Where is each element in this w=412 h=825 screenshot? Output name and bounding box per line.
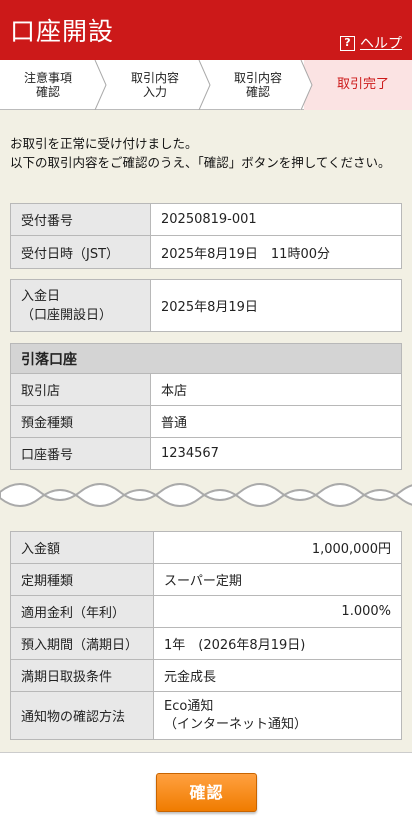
deposit-period-label: 預入期間（満期日） <box>10 627 154 660</box>
debit-account-section-title: 引落口座 <box>10 343 402 374</box>
table-row: 通知物の確認方法 Eco通知 （インターネット通知） <box>10 691 402 740</box>
table-row: 入金日 （口座開設日） 2025年8月19日 <box>10 279 402 332</box>
table-row: 入金額 1,000,000円 <box>10 531 402 564</box>
step-complete: 取引完了 <box>304 60 412 110</box>
footer-bar: 確認 <box>0 752 412 825</box>
help-link[interactable]: ? ヘルプ <box>340 33 402 53</box>
step-label-line1: 注意事項 <box>23 71 72 85</box>
chevron-right-icon <box>94 60 107 110</box>
step-label-line2: 確認 <box>35 85 60 99</box>
deposit-date-label-line1: 入金日 <box>21 288 61 304</box>
deposit-type-label: 預金種類 <box>10 405 151 438</box>
completion-notice: お取引を正常に受け付けました。 以下の取引内容をご確認のうえ、「確認」ボタンを押… <box>10 134 405 172</box>
reception-number-label: 受付番号 <box>10 203 151 236</box>
table-row: 預金種類 普通 <box>10 405 402 438</box>
page-break-wave <box>0 483 412 507</box>
chevron-right-icon <box>300 60 313 110</box>
step-notice-confirm: 注意事項 確認 <box>0 60 96 110</box>
maturity-condition-value: 元金成長 <box>153 659 402 692</box>
question-icon: ? <box>340 35 355 51</box>
table-row: 取引店 本店 <box>10 373 402 406</box>
step-label-line1: 取引内容 <box>233 71 282 85</box>
step-review: 取引内容 確認 <box>212 60 304 110</box>
step-label-line2: 確認 <box>245 85 270 99</box>
transaction-detail-table: 入金額 1,000,000円 定期種類 スーパー定期 適用金利（年利） 1.00… <box>10 531 402 740</box>
interest-rate-label: 適用金利（年利） <box>10 595 154 628</box>
table-row: 定期種類 スーパー定期 <box>10 563 402 596</box>
reception-datetime-label: 受付日時（JST） <box>10 235 151 269</box>
deposit-kind-label: 定期種類 <box>10 563 154 596</box>
account-number-value: 1234567 <box>150 437 402 470</box>
deposit-date-label: 入金日 （口座開設日） <box>10 279 151 332</box>
page-title: 口座開設 <box>10 17 115 46</box>
reception-number-value: 20250819-001 <box>150 203 402 236</box>
table-row: 引落口座 <box>10 343 402 374</box>
table-row: 適用金利（年利） 1.000% <box>10 595 402 628</box>
account-number-label: 口座番号 <box>10 437 151 470</box>
notification-method-label: 通知物の確認方法 <box>10 691 154 740</box>
help-label: ヘルプ <box>360 36 402 52</box>
table-row: 受付番号 20250819-001 <box>10 203 402 236</box>
notification-method-line2: （インターネット通知） <box>164 716 308 732</box>
deposit-date-table: 入金日 （口座開設日） 2025年8月19日 <box>10 279 402 332</box>
branch-value: 本店 <box>150 373 402 406</box>
step-label-line2: 入力 <box>142 85 167 99</box>
step-label-line1: 取引内容 <box>130 71 179 85</box>
table-row: 受付日時（JST） 2025年8月19日 11時00分 <box>10 235 402 269</box>
maturity-condition-label: 満期日取扱条件 <box>10 659 154 692</box>
deposit-date-value: 2025年8月19日 <box>150 279 402 332</box>
confirm-button[interactable]: 確認 <box>156 773 257 812</box>
notification-method-value: Eco通知 （インターネット通知） <box>153 691 402 740</box>
branch-label: 取引店 <box>10 373 151 406</box>
notice-line1: お取引を正常に受け付けました。 <box>10 136 198 151</box>
table-row: 預入期間（満期日） 1年 (2026年8月19日) <box>10 627 402 660</box>
step-label-line1: 取引完了 <box>336 77 389 92</box>
deposit-date-label-line2: （口座開設日） <box>21 307 113 323</box>
reception-datetime-value: 2025年8月19日 11時00分 <box>150 235 402 269</box>
reception-table: 受付番号 20250819-001 受付日時（JST） 2025年8月19日 1… <box>10 203 402 269</box>
table-row: 満期日取扱条件 元金成長 <box>10 659 402 692</box>
app-header: 口座開設 ? ヘルプ <box>0 0 412 60</box>
amount-value: 1,000,000円 <box>153 531 402 564</box>
notice-line2: 以下の取引内容をご確認のうえ、「確認」ボタンを押してください。 <box>10 155 391 170</box>
deposit-kind-value: スーパー定期 <box>153 563 402 596</box>
progress-steps: 注意事項 確認 取引内容 入力 取引内容 確認 取引完了 <box>0 60 412 110</box>
notification-method-line1: Eco通知 <box>164 698 214 714</box>
deposit-type-value: 普通 <box>150 405 402 438</box>
interest-rate-value: 1.000% <box>153 595 402 628</box>
table-row: 口座番号 1234567 <box>10 437 402 470</box>
chevron-right-icon <box>198 60 211 110</box>
deposit-period-value: 1年 (2026年8月19日) <box>153 627 402 660</box>
amount-label: 入金額 <box>10 531 154 564</box>
step-input: 取引内容 入力 <box>108 60 202 110</box>
debit-account-table: 引落口座 取引店 本店 預金種類 普通 口座番号 1234567 <box>10 343 402 470</box>
